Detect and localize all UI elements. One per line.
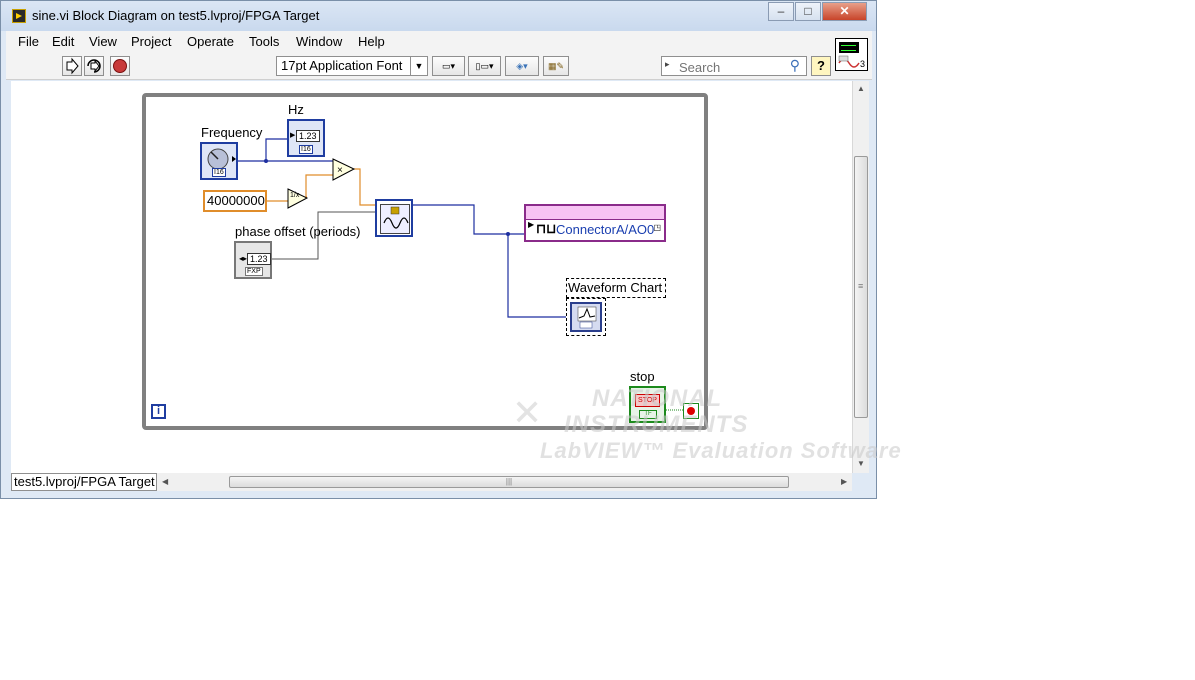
distribute-objects-button[interactable]: ▯▭▾ <box>468 56 501 76</box>
font-selector-label: 17pt Application Font <box>281 58 403 73</box>
abort-button[interactable] <box>110 56 130 76</box>
scroll-up-icon[interactable]: ▲ <box>857 84 865 93</box>
menu-operate[interactable]: Operate <box>187 34 234 49</box>
fpga-io-node[interactable]: ▶ ⊓⊔ ConnectorA/AO0 ◳ <box>524 204 666 242</box>
square-wave-icon: ⊓⊔ <box>536 221 557 236</box>
input-arrow-icon: ▶ <box>290 132 296 139</box>
application-instance-context[interactable]: test5.lvproj/FPGA Target <box>11 473 157 491</box>
io-node-header <box>526 206 664 220</box>
search-box[interactable]: ▸ ⚲ <box>661 56 807 76</box>
close-button[interactable]: ✕ <box>822 2 867 21</box>
waveform-chart-label[interactable]: Waveform Chart <box>566 278 666 298</box>
context-help-button[interactable]: ? <box>811 56 831 76</box>
phase-type-badge: FXP <box>245 267 263 276</box>
horizontal-scroll-thumb[interactable]: ||| <box>229 476 789 488</box>
loop-iteration-terminal[interactable]: i <box>151 404 166 419</box>
menu-edit[interactable]: Edit <box>52 34 74 49</box>
menu-tools[interactable]: Tools <box>249 34 279 49</box>
stop-sign-icon <box>113 59 127 73</box>
distribute-icon: ▯▭▾ <box>475 61 494 71</box>
numeric-display-icon: 1.23 <box>247 253 271 265</box>
menu-view[interactable]: View <box>89 34 117 49</box>
minimize-button[interactable]: – <box>768 2 794 21</box>
multiply-node[interactable]: × <box>332 158 356 182</box>
frequency-control-terminal[interactable]: I16 <box>200 142 238 180</box>
run-continuously-icon <box>87 59 101 73</box>
phase-offset-control-terminal[interactable]: ◂▸ 1.23 FXP <box>234 241 272 279</box>
align-objects-button[interactable]: ▭▾ <box>432 56 465 76</box>
title-bar: sine.vi Block Diagram on test5.lvproj/FP… <box>1 1 876 31</box>
font-selector[interactable]: 17pt Application Font ▼ <box>276 56 428 76</box>
vertical-scroll-thumb[interactable]: ≡ <box>854 156 868 418</box>
waveform-chart-terminal[interactable] <box>566 298 606 336</box>
watermark-line3: LabVIEW™ Evaluation Software <box>540 438 902 463</box>
search-dropdown-icon[interactable]: ▸ <box>665 59 670 70</box>
labview-app-icon <box>12 9 26 23</box>
clean-up-icon: ▦✎ <box>547 61 565 71</box>
frequency-label[interactable]: Frequency <box>201 125 262 140</box>
vi-icon-number: 3 <box>859 59 865 69</box>
menu-file[interactable]: File <box>18 34 39 49</box>
grip-icon: ||| <box>505 477 513 486</box>
grip-icon: ≡ <box>858 281 864 291</box>
sine-generator-node[interactable] <box>375 199 413 237</box>
numeric-display-icon: 1.23 <box>296 130 320 142</box>
hz-label[interactable]: Hz <box>288 102 304 117</box>
input-arrow-icon: ▶ <box>528 220 535 229</box>
multiply-symbol-icon: × <box>337 165 343 176</box>
vi-icon[interactable]: 3 <box>835 38 868 71</box>
stop-label[interactable]: stop <box>630 369 655 384</box>
window-title: sine.vi Block Diagram on test5.lvproj/FP… <box>32 8 320 23</box>
menu-project[interactable]: Project <box>131 34 171 49</box>
sine-wave-icon <box>380 204 410 234</box>
reorder-icon: ◈▾ <box>516 61 528 71</box>
run-continuously-button[interactable] <box>84 56 104 76</box>
chart-icon <box>577 306 597 329</box>
io-node-label[interactable]: ConnectorA/AO0 <box>556 222 654 237</box>
spinner-icon: ◂▸ <box>239 254 248 263</box>
hz-type-badge: I16 <box>299 145 313 154</box>
io-node-corner-icon: ◳ <box>653 223 661 232</box>
run-arrow-icon <box>66 57 79 75</box>
frequency-type-badge: I16 <box>212 168 226 177</box>
numeric-constant[interactable]: 40000000 <box>203 190 267 212</box>
hz-indicator-terminal[interactable]: 1.23 ▶ I16 <box>287 119 325 157</box>
sine-graphic <box>383 206 409 229</box>
align-icon: ▭▾ <box>441 61 456 71</box>
clean-up-diagram-button[interactable]: ▦✎ <box>543 56 569 76</box>
menu-window[interactable]: Window <box>296 34 342 49</box>
bottom-bar: test5.lvproj/FPGA Target ◀ ||| ▶ <box>11 473 852 491</box>
menu-bar: File Edit View Project Operate Tools Win… <box>6 31 872 53</box>
evaluation-watermark: NATIONAL INSTRUMENTS LabVIEW™ Evaluation… <box>512 386 902 464</box>
maximize-button[interactable]: □ <box>795 2 821 21</box>
menu-help[interactable]: Help <box>358 34 385 49</box>
search-input[interactable] <box>677 58 786 76</box>
scroll-right-icon[interactable]: ▶ <box>841 477 847 486</box>
reorder-button[interactable]: ◈▾ <box>505 56 539 76</box>
watermark-line2: INSTRUMENTS <box>564 411 749 438</box>
scroll-left-icon[interactable]: ◀ <box>162 477 168 486</box>
run-button[interactable] <box>62 56 82 76</box>
chevron-down-icon: ▼ <box>410 57 427 75</box>
watermark-line1: NATIONAL <box>592 385 723 412</box>
chart-icon-frame <box>570 302 602 332</box>
search-icon[interactable]: ⚲ <box>790 57 800 74</box>
toolbar: 17pt Application Font ▼ ▭▾ ▯▭▾ ◈▾ ▦✎ ▸ ⚲… <box>6 53 872 80</box>
phase-offset-label[interactable]: phase offset (periods) <box>235 224 361 239</box>
reciprocal-symbol-icon: 1/x <box>290 192 300 199</box>
reciprocal-node[interactable]: 1/x <box>287 188 309 210</box>
